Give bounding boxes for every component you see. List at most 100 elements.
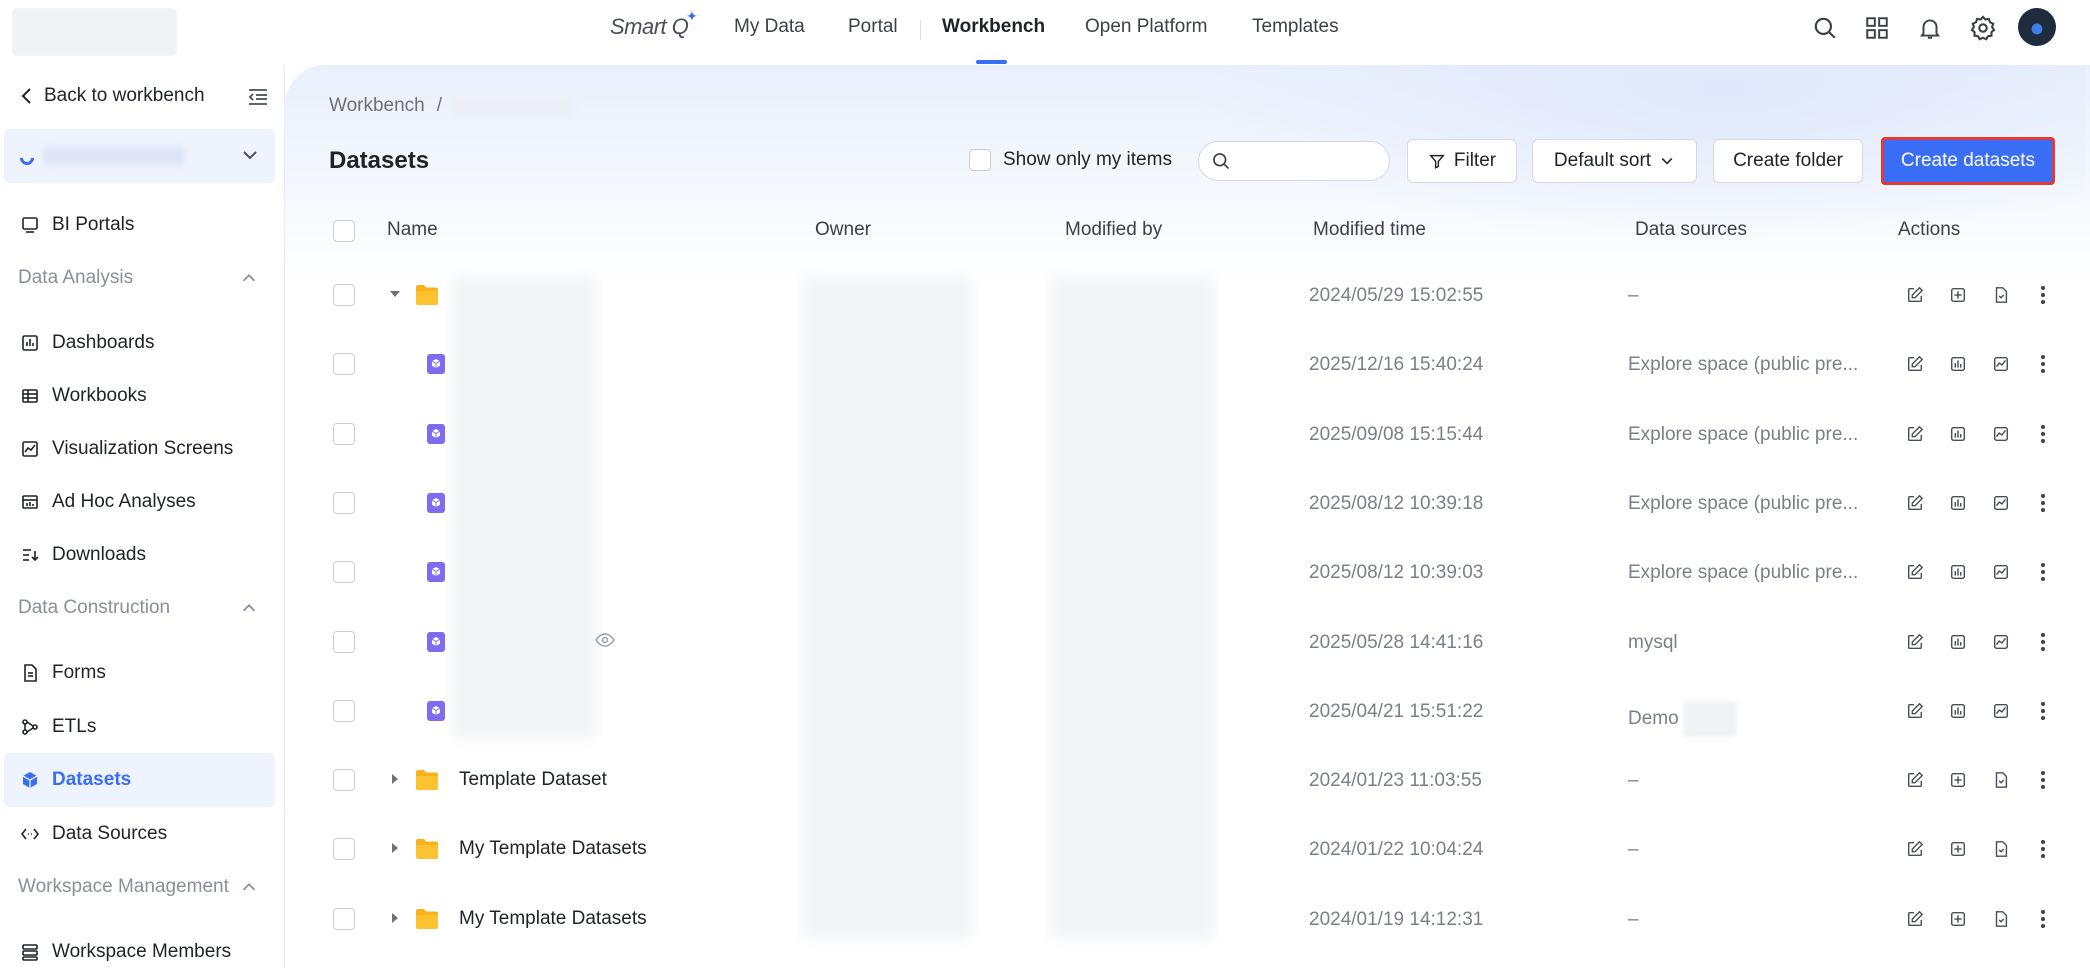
row-name[interactable]: Template Dataset: [459, 769, 607, 791]
sidebar-group-workspace-management[interactable]: Workspace Management: [18, 876, 258, 898]
sidebar-item-etls[interactable]: ETLs: [4, 700, 275, 754]
caret-right-icon[interactable]: [388, 911, 402, 930]
nav-portal[interactable]: Portal: [848, 16, 898, 38]
caret-right-icon[interactable]: [388, 841, 402, 860]
row-name[interactable]: My Template Datasets: [459, 838, 647, 860]
nav-open-platform[interactable]: Open Platform: [1085, 16, 1208, 38]
line-chart-icon[interactable]: [1989, 630, 2013, 654]
row-checkbox[interactable]: [333, 838, 355, 861]
row-checkbox[interactable]: [333, 769, 355, 792]
edit-icon[interactable]: [1903, 699, 1927, 723]
row-checkbox[interactable]: [333, 561, 355, 584]
more-icon[interactable]: [2031, 422, 2055, 446]
line-chart-icon[interactable]: [1989, 422, 2013, 446]
sidebar-item-visualization-screens[interactable]: Visualization Screens: [4, 422, 275, 476]
row-name[interactable]: My Template Datasets: [459, 908, 647, 930]
search-input[interactable]: [1239, 151, 1379, 171]
search-icon[interactable]: [1810, 13, 1840, 43]
table-row[interactable]: My Template Datasets 2024/01/19 14:12:31 –: [285, 885, 2090, 954]
edit-icon[interactable]: [1903, 422, 1927, 446]
column-header-name[interactable]: Name: [387, 219, 438, 241]
eye-icon[interactable]: [595, 632, 615, 653]
create-folder-button[interactable]: Create folder: [1713, 139, 1863, 183]
breadcrumb-workbench[interactable]: Workbench: [329, 95, 425, 117]
table-row[interactable]: 2025/12/16 15:40:24 Explore space (public…: [285, 330, 2090, 399]
sidebar-item-downloads[interactable]: Downloads: [4, 528, 275, 582]
document-icon[interactable]: [1989, 283, 2013, 307]
table-row[interactable]: Template Dataset 2024/01/23 11:03:55 –: [285, 746, 2090, 815]
show-only-my-items-checkbox[interactable]: [969, 149, 991, 171]
default-sort-dropdown[interactable]: Default sort: [1532, 139, 1697, 183]
add-icon[interactable]: [1946, 768, 1970, 792]
apps-grid-icon[interactable]: [1862, 13, 1892, 43]
row-checkbox[interactable]: [333, 630, 355, 653]
sidebar-item-dashboards[interactable]: Dashboards: [4, 316, 275, 370]
row-checkbox[interactable]: [333, 699, 355, 722]
edit-icon[interactable]: [1903, 283, 1927, 307]
bar-chart-icon[interactable]: [1946, 699, 1970, 723]
sidebar-item-data-sources[interactable]: Data Sources: [4, 807, 275, 861]
search-box[interactable]: [1198, 141, 1390, 181]
row-checkbox[interactable]: [333, 491, 355, 514]
create-datasets-button[interactable]: Create datasets: [1881, 137, 2055, 185]
edit-icon[interactable]: [1903, 768, 1927, 792]
sidebar-item-datasets[interactable]: Datasets: [4, 753, 275, 807]
document-icon[interactable]: [1989, 907, 2013, 931]
more-icon[interactable]: [2031, 491, 2055, 515]
bar-chart-icon[interactable]: [1946, 352, 1970, 376]
line-chart-icon[interactable]: [1989, 699, 2013, 723]
table-row[interactable]: 2025/08/12 10:39:18 Explore space (public…: [285, 469, 2090, 538]
more-icon[interactable]: [2031, 352, 2055, 376]
caret-right-icon[interactable]: [388, 772, 402, 791]
edit-icon[interactable]: [1903, 907, 1927, 931]
workspace-selector[interactable]: [4, 129, 275, 183]
edit-icon[interactable]: [1903, 560, 1927, 584]
more-icon[interactable]: [2031, 283, 2055, 307]
gear-icon[interactable]: [1968, 13, 1998, 43]
user-avatar[interactable]: [2018, 8, 2056, 46]
more-icon[interactable]: [2031, 699, 2055, 723]
document-icon[interactable]: [1989, 768, 2013, 792]
caret-down-icon[interactable]: [388, 287, 402, 306]
add-icon[interactable]: [1946, 907, 1970, 931]
table-row[interactable]: 2024/05/29 15:02:55 –: [285, 261, 2090, 330]
line-chart-icon[interactable]: [1989, 560, 2013, 584]
table-row[interactable]: 2025/05/28 14:41:16 mysql: [285, 608, 2090, 677]
row-checkbox[interactable]: [333, 284, 355, 306]
column-header-modified-by[interactable]: Modified by: [1065, 219, 1162, 241]
sidebar-item-ad-hoc-analyses[interactable]: Ad Hoc Analyses: [4, 475, 275, 529]
column-header-owner[interactable]: Owner: [815, 219, 871, 241]
edit-icon[interactable]: [1903, 630, 1927, 654]
row-checkbox[interactable]: [333, 907, 355, 930]
more-icon[interactable]: [2031, 837, 2055, 861]
table-row[interactable]: My Template Datasets 2024/01/22 10:04:24 –: [285, 815, 2090, 884]
sidebar-group-data-construction[interactable]: Data Construction: [18, 597, 258, 619]
document-icon[interactable]: [1989, 837, 2013, 861]
sidebar-item-bi-portals[interactable]: BI Portals: [4, 198, 275, 252]
nav-my-data[interactable]: My Data: [734, 16, 805, 38]
add-icon[interactable]: [1946, 837, 1970, 861]
row-checkbox[interactable]: [333, 353, 355, 376]
sidebar-item-workbooks[interactable]: Workbooks: [4, 369, 275, 423]
line-chart-icon[interactable]: [1989, 352, 2013, 376]
edit-icon[interactable]: [1903, 837, 1927, 861]
back-to-workbench-link[interactable]: Back to workbench: [20, 85, 205, 107]
nav-workbench[interactable]: Workbench: [942, 16, 1045, 38]
row-checkbox[interactable]: [333, 422, 355, 445]
filter-button[interactable]: Filter: [1407, 139, 1517, 183]
edit-icon[interactable]: [1903, 352, 1927, 376]
line-chart-icon[interactable]: [1989, 491, 2013, 515]
bar-chart-icon[interactable]: [1946, 560, 1970, 584]
bar-chart-icon[interactable]: [1946, 491, 1970, 515]
nav-templates[interactable]: Templates: [1252, 16, 1339, 38]
add-icon[interactable]: [1946, 283, 1970, 307]
bar-chart-icon[interactable]: [1946, 630, 1970, 654]
column-header-modified-time[interactable]: Modified time: [1313, 219, 1426, 241]
bell-icon[interactable]: [1915, 13, 1945, 43]
more-icon[interactable]: [2031, 907, 2055, 931]
more-icon[interactable]: [2031, 768, 2055, 792]
sidebar-item-forms[interactable]: Forms: [4, 646, 275, 700]
select-all-checkbox[interactable]: [333, 220, 355, 242]
more-icon[interactable]: [2031, 630, 2055, 654]
org-logo[interactable]: [12, 8, 177, 56]
